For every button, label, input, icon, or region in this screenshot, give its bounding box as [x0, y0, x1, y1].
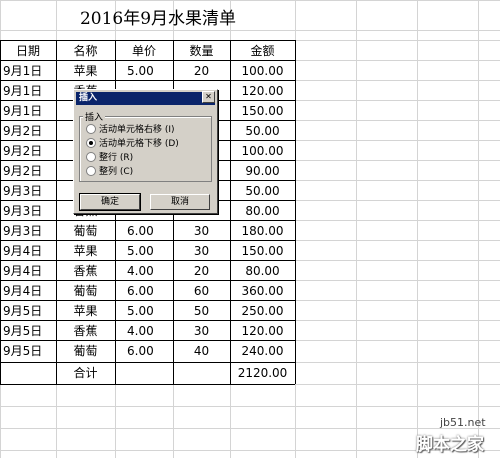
column-header[interactable]: 名称	[56, 41, 115, 60]
total-amount[interactable]: 2120.00	[230, 363, 295, 383]
date-cell[interactable]: 9月5日	[0, 301, 56, 320]
grid-line	[478, 0, 479, 458]
option-entire-column[interactable]: 整列 (C)	[86, 165, 134, 178]
qty-cell[interactable]: 40	[173, 341, 230, 360]
close-icon[interactable]: ✕	[202, 91, 215, 103]
total-label[interactable]: 合计	[56, 363, 115, 383]
name-cell[interactable]: 香蕉	[56, 261, 115, 280]
price-cell[interactable]: 6.00	[115, 221, 173, 240]
column-header[interactable]: 数量	[173, 41, 230, 60]
amount-cell[interactable]: 180.00	[230, 221, 295, 240]
grid-line	[417, 0, 418, 458]
table-border	[0, 384, 295, 385]
column-header[interactable]: 单价	[115, 41, 173, 60]
option-shift-right[interactable]: 活动单元格右移 (I)	[86, 123, 175, 136]
date-cell[interactable]: 9月4日	[0, 281, 56, 300]
amount-cell[interactable]: 120.00	[230, 81, 295, 100]
price-cell[interactable]: 6.00	[115, 281, 173, 300]
date-cell[interactable]: 9月1日	[0, 81, 56, 100]
radio-icon[interactable]	[86, 151, 96, 162]
amount-cell[interactable]: 250.00	[230, 301, 295, 320]
date-cell[interactable]: 9月4日	[0, 241, 56, 260]
price-cell[interactable]: 4.00	[115, 321, 173, 340]
column-header[interactable]: 日期	[0, 41, 56, 60]
amount-cell[interactable]: 50.00	[230, 121, 295, 140]
grid-line	[0, 406, 500, 407]
date-cell[interactable]: 9月3日	[0, 201, 56, 220]
amount-cell[interactable]: 240.00	[230, 341, 295, 360]
option-label: 整行 (R)	[99, 153, 134, 163]
cancel-button[interactable]: 取消	[150, 194, 210, 210]
table-border	[295, 40, 296, 384]
radio-icon[interactable]	[86, 123, 96, 134]
name-cell[interactable]: 香蕉	[56, 321, 115, 340]
column-header[interactable]: 金额	[230, 41, 295, 60]
grid-line	[0, 428, 500, 429]
name-cell[interactable]: 苹果	[56, 301, 115, 320]
qty-cell[interactable]: 20	[173, 61, 230, 80]
amount-cell[interactable]: 360.00	[230, 281, 295, 300]
name-cell[interactable]: 葡萄	[56, 341, 115, 360]
price-cell[interactable]: 4.00	[115, 261, 173, 280]
name-cell[interactable]: 苹果	[56, 61, 115, 80]
watermark-logo: 脚本之家	[416, 435, 484, 455]
date-cell[interactable]: 9月4日	[0, 261, 56, 280]
grid-line	[0, 30, 500, 31]
date-cell[interactable]: 9月5日	[0, 321, 56, 340]
name-cell[interactable]: 葡萄	[56, 221, 115, 240]
ok-button[interactable]: 确定	[79, 193, 141, 211]
price-cell[interactable]: 5.00	[115, 241, 173, 260]
date-cell[interactable]: 9月3日	[0, 181, 56, 200]
option-label: 活动单元格下移 (D)	[99, 139, 179, 149]
option-shift-down[interactable]: 活动单元格下移 (D)	[86, 137, 179, 150]
watermark-url: jb51.net	[440, 416, 486, 429]
name-cell[interactable]: 葡萄	[56, 281, 115, 300]
amount-cell[interactable]: 120.00	[230, 321, 295, 340]
amount-cell[interactable]: 80.00	[230, 201, 295, 220]
dialog-title: 插入	[76, 92, 215, 105]
sheet-title: 2016年9月水果清单	[79, 9, 237, 29]
name-cell[interactable]: 苹果	[56, 241, 115, 260]
date-cell[interactable]: 9月3日	[0, 221, 56, 240]
date-cell[interactable]: 9月5日	[0, 341, 56, 360]
price-cell[interactable]: 6.00	[115, 341, 173, 360]
amount-cell[interactable]: 150.00	[230, 101, 295, 120]
date-cell[interactable]: 9月2日	[0, 141, 56, 160]
qty-cell[interactable]: 50	[173, 301, 230, 320]
qty-cell[interactable]: 30	[173, 241, 230, 260]
date-cell[interactable]: 9月1日	[0, 101, 56, 120]
qty-cell[interactable]: 30	[173, 321, 230, 340]
qty-cell[interactable]: 20	[173, 261, 230, 280]
date-cell[interactable]: 9月2日	[0, 161, 56, 180]
amount-cell[interactable]: 150.00	[230, 241, 295, 260]
price-cell[interactable]: 5.00	[115, 61, 173, 80]
date-cell[interactable]: 9月1日	[0, 61, 56, 80]
option-label: 活动单元格右移 (I)	[99, 125, 175, 135]
insert-dialog: 插入 ✕ 插入 活动单元格右移 (I) 活动单元格下移 (D) 整行 (R) 整…	[73, 89, 218, 214]
amount-cell[interactable]: 50.00	[230, 181, 295, 200]
amount-cell[interactable]: 100.00	[230, 141, 295, 160]
option-label: 整列 (C)	[99, 167, 134, 177]
qty-cell[interactable]: 60	[173, 281, 230, 300]
amount-cell[interactable]: 90.00	[230, 161, 295, 180]
amount-cell[interactable]: 80.00	[230, 261, 295, 280]
date-cell[interactable]: 9月2日	[0, 121, 56, 140]
qty-cell[interactable]: 30	[173, 221, 230, 240]
option-entire-row[interactable]: 整行 (R)	[86, 151, 134, 164]
price-cell[interactable]: 5.00	[115, 301, 173, 320]
grid-line	[0, 0, 500, 1]
radio-selected-icon[interactable]	[86, 137, 96, 148]
grid-line	[356, 0, 357, 458]
amount-cell[interactable]: 100.00	[230, 61, 295, 80]
spreadsheet-grid[interactable]: 2016年9月水果清单 日期 名称 单价 数量 金额 9月1日 苹果 5.00 20 100.00 9…	[0, 0, 500, 458]
group-label: 插入	[83, 110, 106, 123]
radio-icon[interactable]	[86, 165, 96, 176]
